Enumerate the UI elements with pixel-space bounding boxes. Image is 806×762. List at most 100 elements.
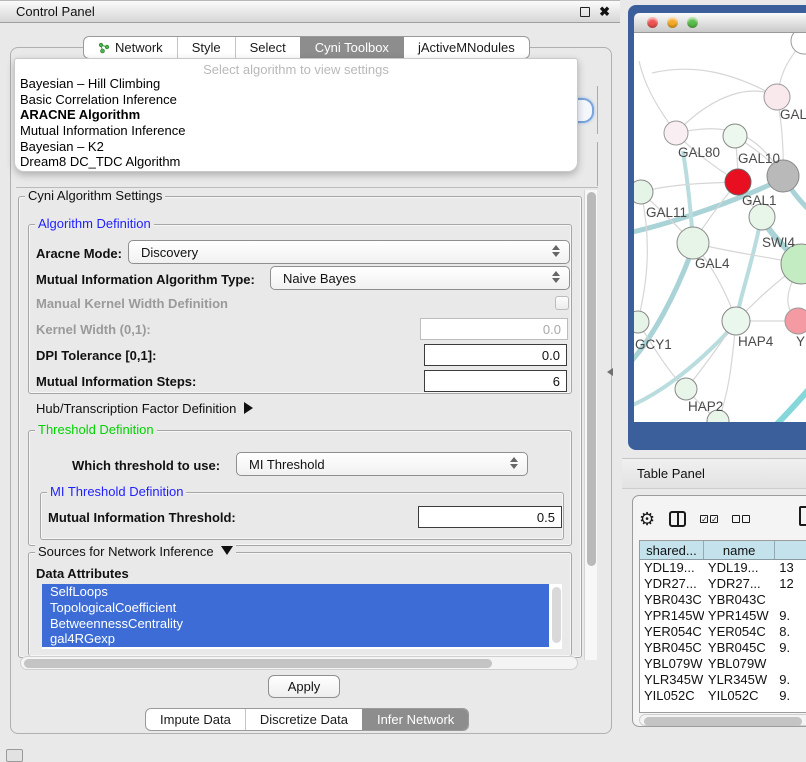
algorithm-option[interactable]: Bayesian – K2 — [15, 139, 577, 155]
network-node-hap2[interactable] — [675, 378, 697, 400]
node-attribute-table[interactable]: shared...name YDL19...YDL19...13YDR27...… — [639, 540, 806, 713]
settings-vscrollbar[interactable] — [584, 190, 597, 660]
algorithm-option[interactable]: Dream8 DC_TDC Algorithm — [15, 154, 577, 170]
control-panel-titlebar: Control Panel ✖ — [0, 0, 620, 23]
network-canvas[interactable]: GALGAL80GAL10GAL1GAL11SWI4GAL4GCY1HAP4YH… — [634, 33, 806, 422]
hub-section-toggle[interactable]: Hub/Transcription Factor Definition — [36, 401, 253, 416]
table-hscrollbar[interactable] — [639, 714, 806, 726]
network-node-hap4[interactable] — [722, 307, 750, 335]
node-label-gal: GAL — [780, 107, 806, 122]
table-cell — [775, 592, 806, 608]
tab-jactivemnodules[interactable]: jActiveMNodules — [403, 37, 529, 58]
which-threshold-combo[interactable]: MI Threshold — [236, 452, 528, 476]
export-table-icon[interactable] — [799, 506, 806, 526]
attribute-item[interactable]: gal4RGexp — [42, 631, 549, 647]
network-window-titlebar[interactable] — [634, 13, 806, 33]
table-row[interactable]: YDL19...YDL19...13 — [640, 560, 806, 576]
table-cell: 8. — [775, 624, 806, 640]
node-label-hap2: HAP2 — [688, 399, 723, 414]
network-node[interactable] — [791, 33, 806, 54]
hidden-groupbox-edge — [597, 86, 598, 134]
table-cell: 9. — [775, 608, 806, 624]
close-window-icon[interactable]: ✖ — [599, 7, 610, 17]
threshold-definition-title: Threshold Definition — [35, 422, 157, 437]
aracne-mode-value: Discovery — [141, 245, 198, 260]
network-node-gal11[interactable] — [634, 180, 653, 204]
float-window-icon[interactable] — [580, 7, 590, 17]
tab-discretize-data[interactable]: Discretize Data — [245, 709, 362, 730]
table-column-header[interactable]: name — [704, 541, 775, 559]
table-cell: 9. — [775, 688, 806, 704]
network-node-y[interactable] — [785, 308, 806, 334]
collapsed-panel-button[interactable] — [6, 749, 23, 762]
tab-label: Discretize Data — [260, 712, 348, 727]
algorithm-option[interactable]: ARACNE Algorithm — [15, 107, 577, 123]
tab-network[interactable]: Network — [84, 37, 177, 58]
mi-threshold-label: Mutual Information Threshold: — [48, 510, 236, 525]
mac-zoom-icon[interactable] — [687, 17, 698, 28]
table-row[interactable]: YBL079WYBL079W — [640, 656, 806, 672]
table-column-header[interactable] — [775, 541, 806, 559]
tab-select[interactable]: Select — [235, 37, 300, 58]
mi-algorithm-type-value: Naive Bayes — [283, 271, 356, 286]
table-row[interactable]: YIL052CYIL052C9. — [640, 688, 806, 704]
table-cell — [775, 656, 806, 672]
network-edge[interactable] — [774, 381, 806, 422]
table-row[interactable]: YDR27...YDR27...12 — [640, 576, 806, 592]
table-cell: 9. — [775, 672, 806, 688]
table-column-header[interactable]: shared... — [640, 541, 704, 559]
algorithm-option[interactable]: Basic Correlation Inference — [15, 92, 577, 108]
network-node-gcy1[interactable] — [634, 311, 649, 333]
deselect-all-icon[interactable] — [732, 515, 750, 523]
aracne-mode-label: Aracne Mode: — [36, 246, 122, 261]
table-row[interactable]: YBR045CYBR045C9. — [640, 640, 806, 656]
algorithm-placeholder: Select algorithm to view settings — [15, 59, 577, 76]
network-node-gal10[interactable] — [723, 124, 747, 148]
which-threshold-value: MI Threshold — [249, 457, 325, 472]
network-node-gal4[interactable] — [677, 227, 709, 259]
settings-hscrollbar[interactable] — [20, 656, 578, 670]
panel-divider-arrow-icon[interactable] — [607, 368, 613, 376]
mac-minimize-icon[interactable] — [667, 17, 678, 28]
mi-algorithm-type-combo[interactable]: Naive Bayes — [270, 266, 570, 290]
table-row[interactable]: YPR145WYPR145W9. — [640, 608, 806, 624]
attribute-item[interactable]: TopologicalCoefficient — [42, 600, 549, 616]
mi-threshold-field[interactable]: 0.5 — [418, 506, 562, 528]
control-panel-tabs: NetworkStyleSelectCyni ToolboxjActiveMNo… — [83, 36, 530, 59]
table-panel-titlebar: Table Panel — [622, 458, 806, 489]
tab-impute-data[interactable]: Impute Data — [146, 709, 245, 730]
algorithm-option[interactable]: Mutual Information Inference — [15, 123, 577, 139]
table-row[interactable]: YER054CYER054C8. — [640, 624, 806, 640]
attributes-scrollbar[interactable] — [552, 587, 561, 643]
mac-close-icon[interactable] — [647, 17, 658, 28]
network-icon — [98, 42, 110, 54]
tab-label: Impute Data — [160, 712, 231, 727]
manual-kernel-checkbox[interactable] — [555, 296, 569, 310]
table-row[interactable]: YLR345WYLR345W9. — [640, 672, 806, 688]
attribute-item[interactable]: SelfLoops — [42, 584, 549, 600]
network-edge[interactable] — [652, 69, 777, 97]
tab-label: Infer Network — [377, 712, 454, 727]
network-node-gal1[interactable] — [725, 169, 751, 195]
sources-title[interactable]: Sources for Network Inference — [35, 544, 236, 559]
kernel-width-field[interactable]: 0.0 — [420, 318, 568, 340]
network-window-frame[interactable]: GALGAL80GAL10GAL1GAL11SWI4GAL4GCY1HAP4YH… — [628, 5, 806, 450]
tab-cyni-toolbox[interactable]: Cyni Toolbox — [300, 37, 403, 58]
aracne-mode-combo[interactable]: Discovery — [128, 240, 570, 264]
tab-infer-network[interactable]: Infer Network — [362, 709, 468, 730]
network-edge[interactable] — [676, 91, 777, 133]
attribute-item[interactable]: BetweennessCentrality — [42, 616, 549, 632]
tab-style[interactable]: Style — [177, 37, 235, 58]
algorithm-option[interactable]: Bayesian – Hill Climbing — [15, 76, 577, 92]
table-cell: 13 — [775, 560, 806, 576]
gear-icon[interactable]: ⚙ — [639, 510, 655, 528]
select-all-icon[interactable]: ✓✓ — [700, 515, 718, 523]
data-attributes-list[interactable]: SelfLoopsTopologicalCoefficientBetweenne… — [42, 584, 562, 649]
mi-steps-field[interactable]: 6 — [424, 370, 567, 392]
dpi-tolerance-field[interactable]: 0.0 — [424, 344, 567, 366]
apply-button[interactable]: Apply — [268, 675, 340, 698]
network-node-gal80[interactable] — [664, 121, 688, 145]
column-selector-icon[interactable] — [669, 511, 686, 527]
table-cell: YER054C — [704, 624, 775, 640]
table-row[interactable]: YBR043CYBR043C — [640, 592, 806, 608]
